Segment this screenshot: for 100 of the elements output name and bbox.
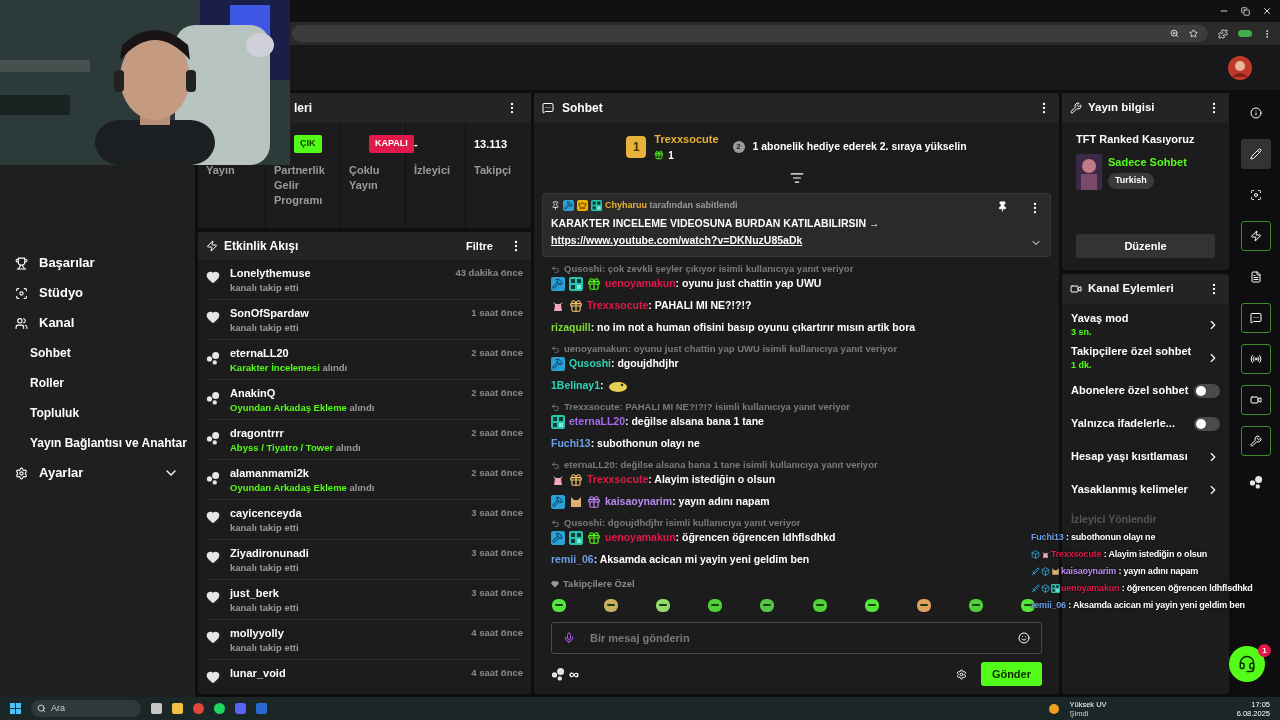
emote-icon[interactable]	[915, 597, 932, 613]
filter-button[interactable]: Filtre	[466, 237, 493, 255]
rail-icon	[1250, 353, 1262, 365]
timestamp: 3 saat önce	[471, 546, 523, 560]
setting-row[interactable]: Yavaş mod 3 sn.	[1071, 308, 1220, 341]
setting-row[interactable]: Hesap yaşı kısıtlaması	[1071, 440, 1220, 473]
hammer-badge-icon	[551, 495, 565, 509]
sidebar-item[interactable]: Yayın Bağlantısı ve Anahtar	[0, 428, 195, 458]
timestamp: 1 saat önce	[471, 306, 523, 320]
setting-label: Yasaklanmış kelimeler	[1071, 482, 1189, 498]
pinned-link[interactable]: https://www.youtube.com/watch?v=DKNuzU85aDk	[551, 232, 997, 247]
activity-detail: Oyundan Arkadaş Ekleme alındı	[230, 401, 376, 415]
username: SonOfSpardaw	[230, 306, 310, 321]
app-icon[interactable]	[193, 703, 204, 714]
sidebar-item[interactable]: Kanal	[0, 308, 195, 338]
app-icon[interactable]	[172, 703, 183, 714]
chat-icon	[542, 102, 554, 114]
microphone-icon[interactable]	[563, 632, 575, 644]
headset-icon	[1238, 655, 1256, 673]
app-icon[interactable]	[214, 703, 225, 714]
help-button[interactable]	[1229, 646, 1265, 682]
setting-row[interactable]: Takipçilere özel sohbet 1 dk.	[1071, 341, 1220, 374]
grid-badge-icon	[569, 531, 583, 545]
start-icon[interactable]	[10, 703, 21, 714]
reply-icon	[551, 460, 560, 470]
gift-count: 1	[668, 148, 674, 163]
username: mollyyolly	[230, 626, 285, 641]
reply-context: Qusoshi: çok zevkli şeyler çıkıyor isimli kullanıcıya yanıt veriyor	[564, 261, 854, 276]
chat-message: kaisaoynarim: yayın adını napam	[605, 494, 770, 510]
heart-icon	[206, 590, 220, 604]
sidebar-item[interactable]: Başarılar	[0, 248, 195, 278]
extensions-icon[interactable]	[1218, 28, 1228, 39]
points-icon	[206, 350, 220, 366]
username: alamanmami2k	[230, 466, 310, 481]
cube-badge-icon	[1041, 567, 1050, 576]
emote-icon[interactable]	[603, 597, 620, 613]
collapse-icon[interactable]	[789, 171, 804, 185]
stat-label: İzleyici	[414, 163, 452, 178]
setting-label: Hesap yaşı kısıtlaması	[1071, 449, 1189, 465]
sidebar-item[interactable]: Topluluk	[0, 398, 195, 428]
gift-badge-icon	[587, 495, 601, 509]
setting-label: Takipçilere özel sohbet	[1071, 343, 1193, 359]
username: dragontrrr	[230, 426, 285, 441]
avatar-icon[interactable]	[1228, 55, 1252, 80]
notification-badge: 1	[1258, 644, 1271, 657]
emote-icon[interactable]	[707, 597, 724, 613]
points-icon	[551, 667, 565, 681]
app-icon[interactable]	[151, 703, 162, 714]
emote-icon[interactable]	[551, 597, 567, 613]
rail-icon	[1250, 435, 1262, 447]
sidebar-icon	[15, 286, 28, 300]
points-icon	[206, 390, 220, 406]
status-badge: ÇIK	[294, 135, 322, 153]
emote-icon[interactable]	[967, 597, 984, 613]
reply-context: uenoyamakun: oyunu just chattin yap UWU isimli kullanıcıya yanıt veriyor	[564, 341, 898, 356]
toggle-switch[interactable]	[1194, 383, 1220, 398]
username: Lonelythemuse	[230, 266, 312, 281]
cat-badge-icon	[1051, 567, 1060, 576]
profile-icon[interactable]	[1238, 30, 1252, 37]
restore-icon[interactable]	[1241, 6, 1250, 16]
emote-icon[interactable]	[863, 597, 880, 613]
chat-message: Trexxsocute: Alayim istediğin o olsun	[587, 472, 776, 488]
heart-icon	[206, 270, 220, 284]
sidebar-item[interactable]: Ayarlar	[0, 458, 195, 488]
bookmark-icon[interactable]	[1189, 29, 1198, 38]
timestamp: 3 saat önce	[471, 586, 523, 600]
edit-button[interactable]: Düzenle	[1076, 234, 1215, 258]
rail-button[interactable]	[1241, 303, 1271, 333]
emote-icon[interactable]	[655, 597, 672, 613]
message-input[interactable]: Bir mesaj gönderin	[551, 622, 1042, 654]
status-badge: KAPALI	[369, 135, 414, 153]
activity-detail: kanalı takip etti	[230, 321, 300, 335]
rail-icon	[1250, 230, 1262, 242]
emote-icon[interactable]	[759, 597, 776, 613]
sidebar-item[interactable]: Roller	[0, 368, 195, 398]
setting-value: 3 sn.	[1071, 326, 1093, 339]
hammer-badge-icon	[551, 357, 565, 371]
rail-button[interactable]	[1241, 344, 1271, 374]
toggle-switch[interactable]	[1194, 416, 1220, 431]
timestamp: 4 saat önce	[471, 626, 523, 640]
sidebar-item[interactable]: Sohbet	[0, 338, 195, 368]
rail-button[interactable]	[1241, 139, 1271, 169]
send-button[interactable]: Gönder	[980, 662, 1042, 686]
language-tag: Turkish	[1108, 173, 1154, 189]
zoom-icon[interactable]	[1170, 29, 1179, 38]
activity-detail: kanalı takip etti	[230, 521, 300, 535]
sidebar-item[interactable]: Stüdyo	[0, 278, 195, 308]
pin-icon[interactable]	[997, 201, 1008, 212]
settings-icon[interactable]	[955, 668, 967, 680]
pin-icon	[551, 201, 560, 211]
cat-badge-icon	[569, 495, 583, 509]
category-link[interactable]: Sadece Sohbet	[1108, 153, 1187, 170]
emoji-icon[interactable]	[1018, 632, 1030, 644]
reply-context: Trexxsocute: PAHALI MI NE?!?!? isimli kullanıcıya yanıt veriyor	[564, 399, 850, 414]
taskbar-search[interactable]: Ara	[31, 700, 141, 717]
close-icon[interactable]	[1262, 6, 1272, 16]
setting-row[interactable]: Yasaklanmış kelimeler	[1071, 473, 1220, 506]
emote-icon[interactable]	[811, 597, 828, 613]
chat-message: 1Belinay1:	[551, 378, 604, 394]
heart-icon	[551, 580, 559, 588]
